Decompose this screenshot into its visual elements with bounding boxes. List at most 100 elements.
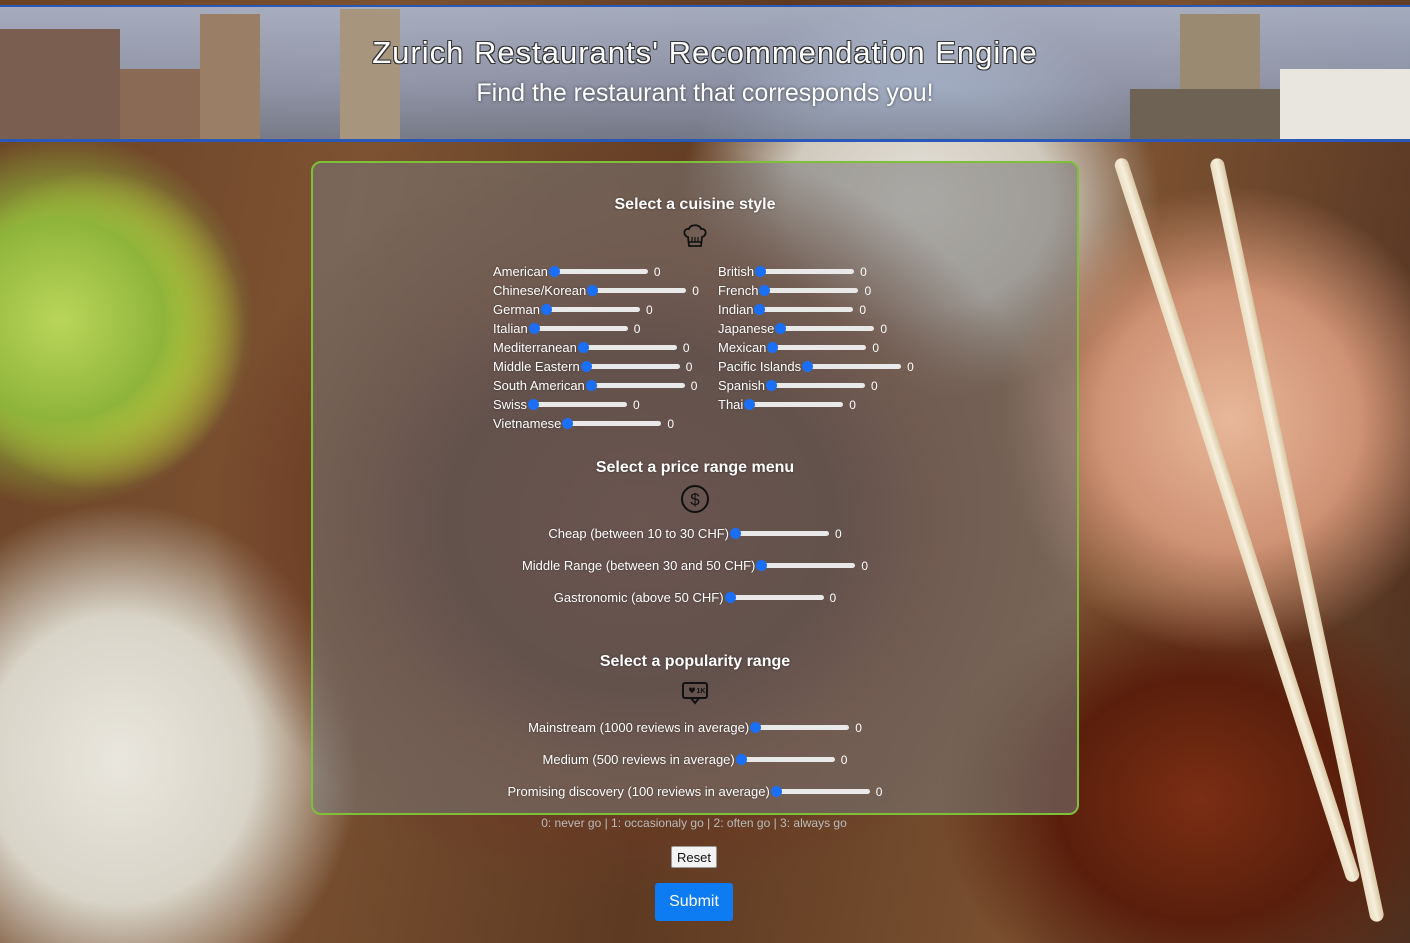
cuisine-german-row: German 0 bbox=[493, 300, 653, 319]
cuisine-french-row: French 0 bbox=[718, 281, 871, 300]
price-2-slider[interactable] bbox=[724, 591, 824, 603]
svg-text:1K: 1K bbox=[697, 688, 706, 695]
cuisine-german-value: 0 bbox=[645, 302, 653, 317]
header-building bbox=[340, 9, 400, 139]
cuisine-american-value: 0 bbox=[653, 264, 661, 279]
cuisine-thai-slider[interactable] bbox=[744, 398, 844, 410]
slider-thumb[interactable] bbox=[735, 753, 747, 765]
cuisine-spanish-row: Spanish 0 bbox=[718, 376, 878, 395]
cuisine-british-row: British 0 bbox=[718, 262, 867, 281]
slider-track bbox=[590, 287, 687, 293]
slider-thumb[interactable] bbox=[540, 303, 552, 315]
slider-thumb[interactable] bbox=[724, 591, 736, 603]
slider-track bbox=[773, 788, 870, 794]
slider-thumb[interactable] bbox=[770, 785, 782, 797]
popularity-1-row: Medium (500 reviews in average) 0 bbox=[313, 750, 1077, 769]
cuisine-south-american-row: South American 0 bbox=[493, 376, 697, 395]
cuisine-mediterranean-slider[interactable] bbox=[577, 341, 677, 353]
cuisine-spanish-label: Spanish bbox=[718, 378, 765, 393]
slider-thumb[interactable] bbox=[767, 341, 779, 353]
preferences-form: Select a cuisine style American 0 Chinese/… bbox=[311, 161, 1079, 815]
price-1-slider[interactable] bbox=[756, 559, 856, 571]
slider-thumb[interactable] bbox=[729, 527, 741, 539]
slider-thumb[interactable] bbox=[755, 265, 767, 277]
chef-hat-icon bbox=[683, 224, 707, 247]
cuisine-vietnamese-slider[interactable] bbox=[562, 417, 662, 429]
cuisine-american-slider[interactable] bbox=[548, 265, 648, 277]
slider-track bbox=[759, 562, 856, 568]
popularity-2-slider[interactable] bbox=[770, 785, 870, 797]
slider-thumb[interactable] bbox=[750, 721, 762, 733]
cuisine-british-slider[interactable] bbox=[755, 265, 855, 277]
cuisine-swiss-row: Swiss 0 bbox=[493, 395, 640, 414]
slider-track bbox=[565, 420, 662, 426]
slider-track bbox=[757, 306, 854, 312]
slider-track bbox=[588, 382, 685, 388]
cuisine-thai-row: Thai 0 bbox=[718, 395, 856, 414]
slider-thumb[interactable] bbox=[587, 284, 599, 296]
slider-track bbox=[543, 306, 640, 312]
slider-thumb[interactable] bbox=[577, 341, 589, 353]
slider-thumb[interactable] bbox=[754, 303, 766, 315]
cuisine-italian-label: Italian bbox=[493, 321, 528, 336]
price-2-label: Gastronomic (above 50 CHF) bbox=[553, 590, 724, 605]
cuisine-pacific-islands-label: Pacific Islands bbox=[718, 359, 802, 374]
cuisine-chinese-korean-label: Chinese/Korean bbox=[493, 283, 587, 298]
cuisine-french-value: 0 bbox=[864, 283, 872, 298]
reset-button[interactable]: Reset bbox=[671, 846, 717, 868]
slider-track bbox=[531, 325, 628, 331]
popularity-0-slider[interactable] bbox=[750, 721, 850, 733]
cuisine-indian-row: Indian 0 bbox=[718, 300, 866, 319]
slider-thumb[interactable] bbox=[562, 417, 574, 429]
submit-button[interactable]: Submit bbox=[655, 883, 733, 921]
cuisine-spanish-slider[interactable] bbox=[765, 379, 865, 391]
cuisine-south-american-value: 0 bbox=[690, 378, 698, 393]
slider-track bbox=[551, 268, 648, 274]
price-1-row: Middle Range (between 30 and 50 CHF) 0 bbox=[313, 556, 1077, 575]
slider-thumb[interactable] bbox=[765, 379, 777, 391]
slider-thumb[interactable] bbox=[528, 322, 540, 334]
price-0-slider[interactable] bbox=[729, 527, 829, 539]
rating-scale-hint: 0: never go | 1: occasionaly go | 2: oft… bbox=[541, 816, 847, 830]
cuisine-swiss-slider[interactable] bbox=[527, 398, 627, 410]
popularity-2-row: Promising discovery (100 reviews in aver… bbox=[313, 782, 1077, 801]
cuisine-italian-slider[interactable] bbox=[528, 322, 628, 334]
slider-thumb[interactable] bbox=[802, 360, 814, 372]
slider-thumb[interactable] bbox=[527, 398, 539, 410]
price-0-row: Cheap (between 10 to 30 CHF) 0 bbox=[313, 524, 1077, 543]
popularity-1-slider[interactable] bbox=[735, 753, 835, 765]
slider-thumb[interactable] bbox=[744, 398, 756, 410]
slider-track bbox=[758, 268, 855, 274]
cuisine-mexican-value: 0 bbox=[872, 340, 880, 355]
price-1-value: 0 bbox=[861, 558, 869, 573]
slider-thumb[interactable] bbox=[775, 322, 787, 334]
cuisine-south-american-slider[interactable] bbox=[585, 379, 685, 391]
slider-thumb[interactable] bbox=[585, 379, 597, 391]
cuisine-vietnamese-value: 0 bbox=[667, 416, 675, 431]
cuisine-mexican-label: Mexican bbox=[718, 340, 767, 355]
cuisine-chinese-korean-value: 0 bbox=[692, 283, 699, 298]
cuisine-middle-eastern-label: Middle Eastern bbox=[493, 359, 580, 374]
slider-thumb[interactable] bbox=[580, 360, 592, 372]
cuisine-thai-label: Thai bbox=[718, 397, 744, 412]
price-section-title: Select a price range menu bbox=[595, 459, 795, 476]
slider-thumb[interactable] bbox=[759, 284, 771, 296]
slider-thumb[interactable] bbox=[548, 265, 560, 277]
price-1-label: Middle Range (between 30 and 50 CHF) bbox=[521, 558, 756, 573]
cuisine-french-slider[interactable] bbox=[759, 284, 859, 296]
cuisine-indian-slider[interactable] bbox=[754, 303, 854, 315]
cuisine-chinese-korean-slider[interactable] bbox=[587, 284, 687, 296]
cuisine-pacific-islands-slider[interactable] bbox=[802, 360, 902, 372]
cuisine-japanese-value: 0 bbox=[880, 321, 888, 336]
page-title: Zurich Restaurants' Recommendation Engin… bbox=[372, 35, 1038, 70]
cuisine-american-label: American bbox=[493, 264, 548, 279]
slider-track bbox=[747, 401, 844, 407]
cuisine-italian-value: 0 bbox=[633, 321, 641, 336]
price-0-label: Cheap (between 10 to 30 CHF) bbox=[548, 526, 729, 541]
cuisine-mexican-slider[interactable] bbox=[767, 341, 867, 353]
slider-thumb[interactable] bbox=[756, 559, 768, 571]
cuisine-german-slider[interactable] bbox=[540, 303, 640, 315]
cuisine-japanese-slider[interactable] bbox=[775, 322, 875, 334]
cuisine-middle-eastern-slider[interactable] bbox=[580, 360, 680, 372]
page-subtitle: Find the restaurant that corresponds you… bbox=[476, 79, 934, 107]
